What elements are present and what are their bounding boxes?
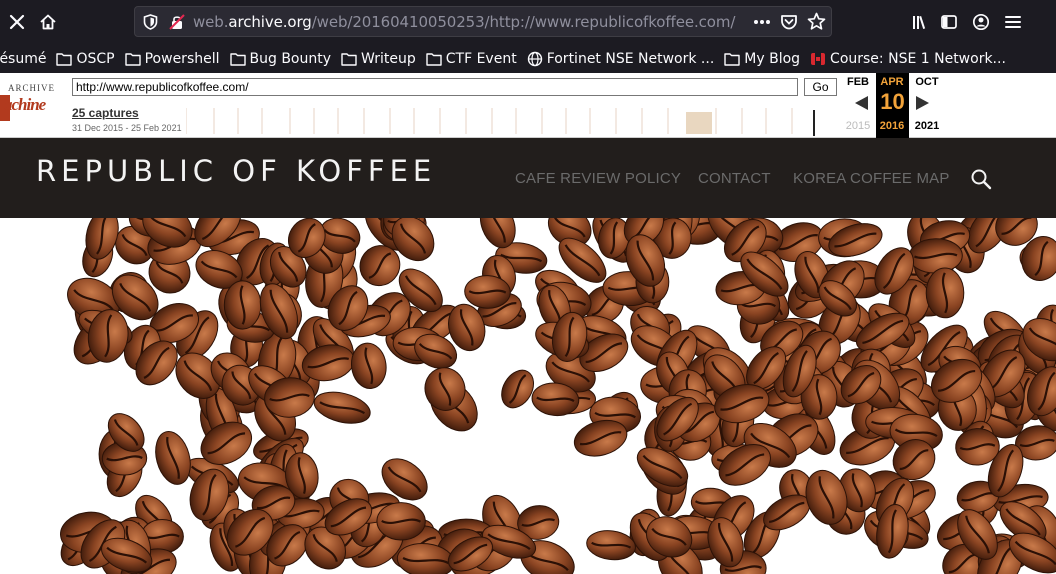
folder-icon [724, 52, 740, 66]
library-button[interactable] [906, 8, 934, 36]
wayback-current-capture: APR 10 2016 [876, 73, 909, 138]
url-host: archive.org [228, 13, 312, 31]
url-prefix: web. [193, 13, 229, 31]
pocket-icon[interactable] [780, 13, 798, 31]
arrow-right-icon [916, 96, 929, 110]
bookmark-folder-bug-bounty[interactable]: Bug Bounty [229, 50, 332, 67]
globe-icon [527, 51, 542, 66]
wayback-prev-month[interactable]: FEB 2015 [840, 73, 876, 138]
bookmark-label: My Blog [744, 50, 801, 67]
folder-icon [341, 52, 357, 66]
nav-korea-coffee-map[interactable]: KOREA COFFEE MAP [793, 170, 950, 187]
folder-icon [124, 52, 141, 66]
bookmark-fortinet-nse-network[interactable]: Fortinet NSE Network ... [527, 50, 715, 67]
wayback-logo-machine: achine [4, 95, 46, 114]
sidebar-icon [941, 15, 957, 29]
search-icon[interactable] [970, 168, 992, 190]
bookmark-label: Writeup [361, 50, 416, 67]
bookmark-folder-powershell[interactable]: Powershell [124, 50, 220, 67]
url-text[interactable]: web.archive.org/web/20160410050253/http:… [193, 13, 735, 31]
wayback-captures-link[interactable]: 25 captures [72, 106, 139, 120]
bookmark-label: OSCP [76, 50, 115, 67]
bookmarks-bar: résumé OSCP Powershell Bug Bounty Writeu… [0, 44, 1056, 73]
bookmark-label: Fortinet NSE Network ... [546, 50, 715, 67]
fortinet-icon [811, 52, 826, 65]
wayback-next-year-label: 2021 [914, 120, 940, 132]
bookmark-label: CTF Event [445, 50, 517, 67]
wayback-current-month-label: APR [880, 76, 904, 88]
address-bar[interactable]: web.archive.org/web/20160410050253/http:… [134, 6, 832, 37]
folder-icon [426, 52, 442, 66]
url-path: /web/20160410050253/http://www.republico… [311, 13, 736, 31]
bookmark-label: Course: NSE 1 Network... [830, 50, 1006, 67]
folder-icon [56, 52, 73, 66]
home-button[interactable] [34, 8, 62, 36]
wayback-prev-year-label: 2015 [845, 120, 871, 132]
wayback-current-day: 10 [880, 89, 905, 114]
wayback-current-year-label: 2016 [879, 120, 905, 132]
app-menu-button[interactable] [999, 8, 1027, 36]
bookmark-folder-ctf-event[interactable]: CTF Event [426, 51, 517, 67]
bookmark-label: résumé [0, 50, 47, 67]
tracking-shield-icon[interactable] [143, 14, 158, 30]
more-dots-icon[interactable] [753, 19, 771, 25]
coffee-beans-illustration [60, 218, 1056, 574]
bookmark-label: Powershell [144, 50, 220, 67]
account-icon [972, 13, 990, 31]
hamburger-menu-icon [1005, 16, 1021, 28]
insecure-lock-icon[interactable] [169, 14, 185, 30]
wayback-toolbar: ARCHIVE achine http://www.republicofkoff… [0, 73, 1056, 138]
wayback-sparkline[interactable] [186, 106, 840, 136]
account-button[interactable] [967, 8, 995, 36]
wayback-logo[interactable]: ARCHIVE achine [0, 81, 58, 129]
wayback-next-month-label: OCT [915, 76, 939, 88]
nav-cafe-review-policy[interactable]: CAFE REVIEW POLICY [515, 170, 681, 187]
hero-image [0, 218, 1056, 574]
site-title[interactable]: REPUBLIC OF KOFFEE [36, 154, 436, 188]
wayback-logo-archive: ARCHIVE [8, 83, 55, 93]
nav-contact[interactable]: CONTACT [698, 170, 771, 187]
wayback-url-input[interactable]: http://www.republicofkoffee.com/ [72, 78, 798, 96]
browser-toolbar: web.archive.org/web/20160410050253/http:… [0, 0, 1056, 44]
library-icon [913, 15, 926, 29]
star-icon[interactable] [807, 12, 826, 31]
wayback-next-month[interactable]: OCT 2021 [909, 73, 945, 138]
home-icon [40, 14, 56, 30]
bookmark-folder-oscp[interactable]: OSCP [56, 50, 115, 67]
bookmark-course-nse1[interactable]: Course: NSE 1 Network... [810, 51, 1006, 67]
bookmark-folder-writeup[interactable]: Writeup [341, 51, 416, 67]
folder-icon [229, 52, 246, 66]
wayback-capture-range: 31 Dec 2015 - 25 Feb 2021 [72, 123, 182, 133]
close-icon [9, 14, 25, 30]
wayback-prev-month-label: FEB [847, 76, 869, 88]
arrow-left-icon [855, 96, 868, 110]
bookmark-folder-my-blog[interactable]: My Blog [724, 51, 800, 67]
wayback-go-button[interactable]: Go [804, 78, 837, 96]
bookmark-label: Bug Bounty [249, 50, 332, 67]
bookmark-resume[interactable]: résumé [0, 51, 46, 67]
close-tab-button[interactable] [3, 8, 31, 36]
site-header: REPUBLIC OF KOFFEE CAFE REVIEW POLICY CO… [0, 138, 1056, 218]
sidebar-button[interactable] [935, 8, 963, 36]
